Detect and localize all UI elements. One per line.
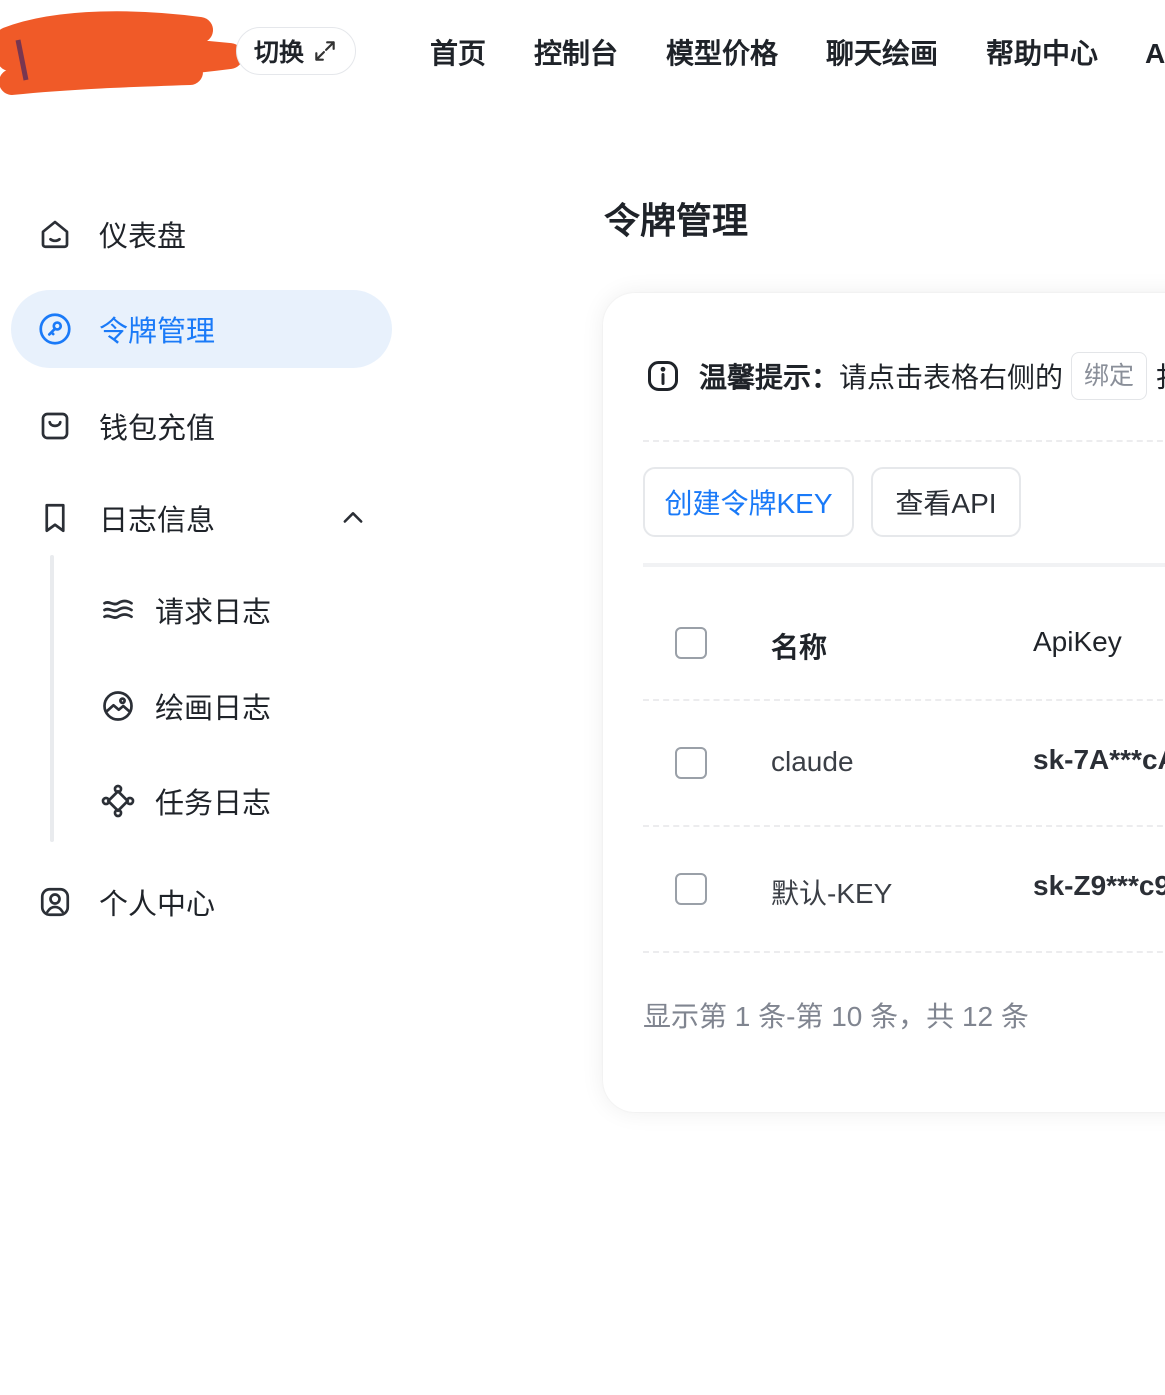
sidebar-subitem-task-log[interactable]: 任务日志 [90,771,340,831]
tip-title: 温馨提示： [699,362,840,393]
sidebar-item-dashboard[interactable]: 仪表盘 [11,195,392,273]
create-token-button[interactable]: 创建令牌KEY [643,467,854,537]
info-icon [648,361,678,391]
column-header-name[interactable]: 名称 [771,626,827,666]
tip-text: 请点击表格右侧的 [839,362,1064,393]
column-header-apikey[interactable]: ApiKey [1033,626,1122,658]
page-title: 令牌管理 [604,200,749,241]
bookmark-icon [45,503,65,533]
waves-icon [103,599,133,619]
user-icon [40,887,70,917]
token-apikey[interactable]: sk-Z9***c9 [1033,870,1165,902]
wallet-icon [41,412,69,440]
nodes-icon [101,784,135,818]
sidebar-item-label: 个人中心 [99,889,216,921]
bind-tag: 绑定 [1071,352,1148,400]
sidebar-item-label: 仪表盘 [99,221,187,253]
token-name: claude [771,746,854,777]
token-apikey[interactable]: sk-7A***cA [1033,744,1165,776]
sidebar-item-label: 令牌管理 [99,316,216,348]
nav-chat-drawing[interactable]: 聊天绘画 [826,32,938,76]
row-divider [643,825,1165,827]
row-divider [643,699,1165,701]
switch-button[interactable]: 切换 [236,27,356,75]
sidebar-subitem-label: 任务日志 [155,788,272,820]
sidebar-subitem-request-log[interactable]: 请求日志 [90,580,340,640]
switch-label: 切换 [253,39,304,67]
row-checkbox[interactable] [675,873,707,905]
nav-model-pricing[interactable]: 模型价格 [666,32,778,76]
select-all-checkbox[interactable] [675,627,707,659]
sidebar-subitem-label: 请求日志 [155,597,272,629]
divider [643,563,1165,567]
tip-text-tail: 扌 [1155,356,1165,396]
image-icon [103,691,133,721]
divider [643,440,1165,442]
nav-console[interactable]: 控制台 [534,32,618,76]
home-icon [41,220,69,249]
nav-help-center[interactable]: 帮助中心 [986,32,1098,76]
pagination-info: 显示第 1 条-第 10 条，共 12 条 [643,1001,1029,1032]
swap-arrows-icon [315,41,335,61]
token-name: 默认-KEY [771,878,893,909]
key-icon [39,313,71,345]
chevron-up-icon[interactable] [339,504,367,532]
sidebar-item-label: 钱包充值 [99,413,216,445]
row-divider [643,951,1165,953]
tip-banner: 温馨提示： 请点击表格右侧的 绑定 扌 [645,350,1165,402]
sidebar-item-token-management[interactable]: 令牌管理 [11,290,392,368]
sidebar-subitem-drawing-log[interactable]: 绘画日志 [90,676,340,736]
row-checkbox[interactable] [675,747,707,779]
token-card [603,293,1165,1112]
nav-home[interactable]: 首页 [430,32,486,76]
sidebar-item-wallet[interactable]: 钱包充值 [11,387,392,465]
sidebar-subitem-label: 绘画日志 [155,693,272,725]
sidebar-item-profile[interactable]: 个人中心 [11,863,392,941]
sidebar-item-label: 日志信息 [99,505,216,537]
nav-more[interactable]: A [1145,32,1165,76]
sidebar-item-logs[interactable]: 日志信息 [11,479,392,557]
submenu-guide-line [50,555,54,842]
view-api-button[interactable]: 查看API [871,467,1021,537]
logo-redacted [0,11,243,95]
